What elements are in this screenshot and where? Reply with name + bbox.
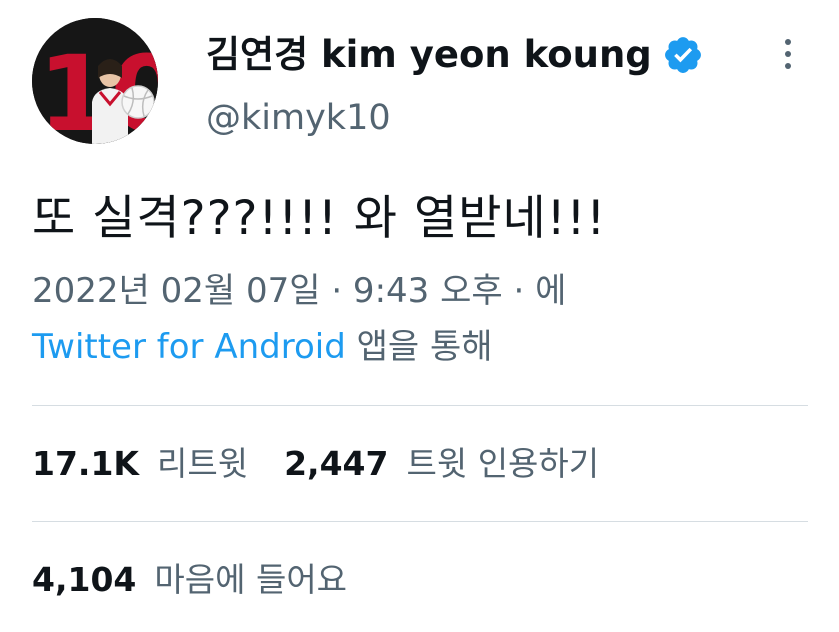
user-handle[interactable]: @kimyk10: [206, 96, 391, 140]
likes-count: 4,104: [32, 560, 137, 599]
avatar-image: 10: [32, 18, 158, 144]
likes-stat[interactable]: 4,104 마음에 들어요: [32, 558, 347, 602]
tweet-text: 또 실격???!!!! 와 열받네!!!: [32, 191, 607, 246]
quotes-label: 트윗 인용하기: [406, 444, 600, 483]
more-options-icon[interactable]: [768, 34, 808, 74]
tweet-detail: 10 김연경 kim yeon koung @kimyk10 또 실격???!!…: [0, 0, 839, 632]
stats-row-likes: 4,104 마음에 들어요: [32, 558, 347, 602]
source-suffix: 앱을 통해: [345, 327, 493, 367]
more-dot: [785, 51, 791, 57]
retweets-label: 리트윗: [157, 444, 249, 483]
tweet-source: Twitter for Android 앱을 통해: [32, 324, 493, 370]
retweets-stat[interactable]: 17.1K 리트윗: [32, 442, 248, 486]
quotes-stat[interactable]: 2,447 트윗 인용하기: [284, 442, 599, 486]
more-dot: [785, 39, 791, 45]
likes-label: 마음에 들어요: [154, 560, 348, 599]
display-name-row[interactable]: 김연경 kim yeon koung: [206, 32, 704, 78]
tweet-timestamp[interactable]: 2022년 02월 07일 · 9:43 오후 · 에: [32, 268, 566, 314]
stats-row-retweets: 17.1K 리트윗 2,447 트윗 인용하기: [32, 442, 599, 486]
avatar[interactable]: 10: [32, 18, 158, 144]
divider: [32, 405, 808, 406]
divider: [32, 521, 808, 522]
source-app-link[interactable]: Twitter for Android: [32, 327, 346, 367]
quotes-count: 2,447: [284, 444, 389, 483]
more-dot: [785, 63, 791, 69]
retweets-count: 17.1K: [32, 444, 139, 483]
display-name[interactable]: 김연경 kim yeon koung: [206, 32, 652, 78]
verified-badge-icon: [662, 34, 704, 76]
